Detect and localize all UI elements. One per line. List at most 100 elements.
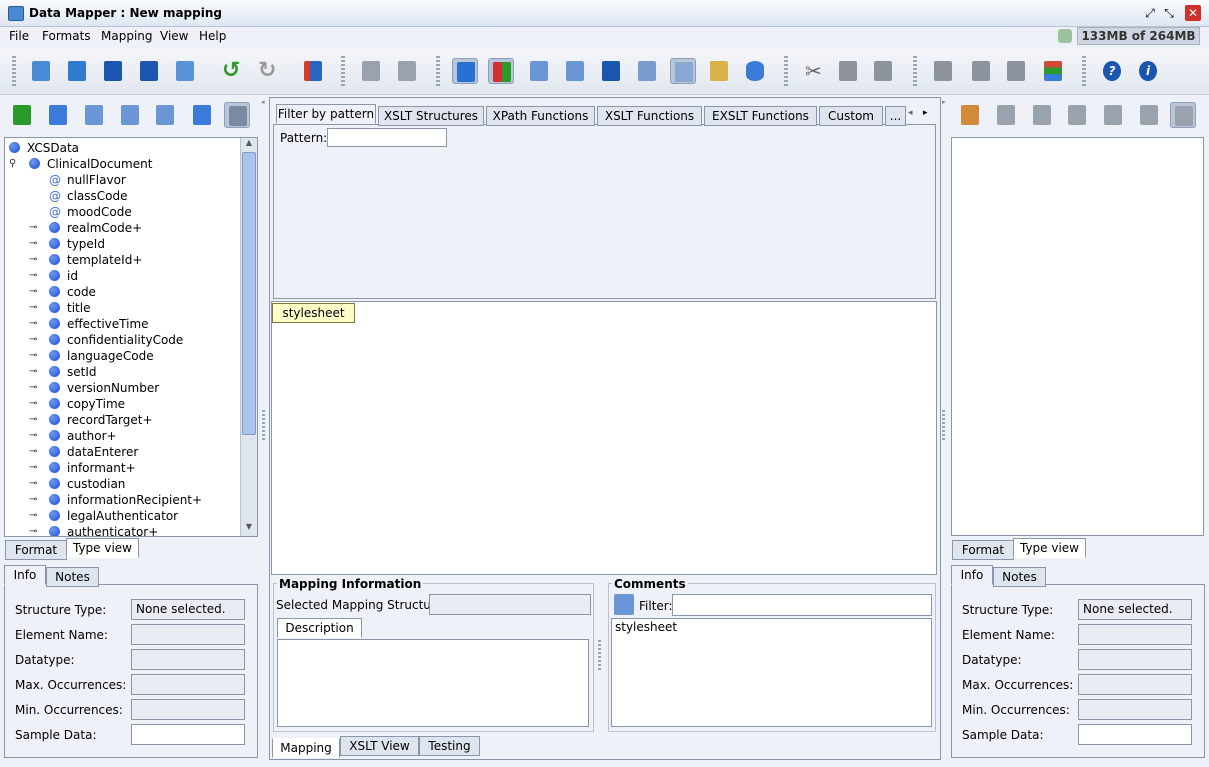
import-source-icon[interactable]: [9, 102, 35, 128]
tree-node[interactable]: ⊸ legalAuthenticator: [29, 508, 178, 524]
maximize-icon[interactable]: ⤡: [1161, 5, 1177, 21]
expand-node-icon[interactable]: ⊸: [29, 476, 37, 492]
tree-node[interactable]: ⊸ copyTime: [29, 396, 125, 412]
cut-icon[interactable]: ✂: [801, 58, 827, 84]
tree-node[interactable]: ⊸ versionNumber: [29, 380, 159, 396]
tree-node[interactable]: ⊸ code: [29, 284, 96, 300]
find-icon[interactable]: [152, 102, 178, 128]
search-tree-icon[interactable]: [45, 102, 71, 128]
toolbar-grip[interactable]: [784, 56, 788, 88]
move-up-icon[interactable]: [930, 58, 956, 84]
expand-node-icon[interactable]: ⊸: [29, 524, 37, 536]
database-add-icon[interactable]: [358, 58, 384, 84]
tab-xslt-view[interactable]: XSLT View: [340, 736, 419, 756]
tab-target-notes[interactable]: Notes: [993, 567, 1046, 587]
expand-node-icon[interactable]: ⊸: [29, 492, 37, 508]
save-output-icon[interactable]: [598, 58, 624, 84]
export-xls-icon[interactable]: [172, 58, 198, 84]
paste-icon[interactable]: [870, 58, 896, 84]
description-textarea[interactable]: [277, 639, 589, 727]
help-icon[interactable]: ?: [1099, 58, 1125, 84]
xml-file-icon[interactable]: [634, 58, 660, 84]
mapping-canvas[interactable]: [271, 301, 937, 575]
bottom-splitter[interactable]: [598, 640, 601, 670]
expand-node-icon[interactable]: ⊸: [29, 508, 37, 524]
stylesheet-node[interactable]: stylesheet: [272, 303, 355, 323]
tab-testing[interactable]: Testing: [419, 736, 480, 756]
tab-target-type-view[interactable]: Type view: [1013, 538, 1086, 558]
tab-target-format[interactable]: Format: [952, 540, 1014, 560]
info-icon[interactable]: i: [1135, 58, 1161, 84]
target-field-value[interactable]: [1078, 724, 1192, 745]
tree-node[interactable]: ⊸ title: [29, 300, 90, 316]
tree-node[interactable]: ⚲ ClinicalDocument: [9, 156, 152, 172]
toolbar-grip[interactable]: [913, 56, 917, 88]
expand-node-icon[interactable]: ⊸: [29, 300, 37, 316]
tab-xslt-structures[interactable]: XSLT Structures: [378, 106, 484, 126]
tree-node[interactable]: ⊸ custodian: [29, 476, 125, 492]
expand-node-icon[interactable]: ⊸: [29, 460, 37, 476]
import-target-icon[interactable]: [957, 102, 983, 128]
structure-icon[interactable]: [526, 58, 552, 84]
tab-custom[interactable]: Custom: [819, 106, 883, 126]
tree-scrollbar[interactable]: ▲ ▼: [240, 138, 257, 536]
tree-node[interactable]: @ moodCode: [49, 204, 132, 220]
target-tree[interactable]: [951, 137, 1204, 536]
tab-more[interactable]: ...: [885, 106, 906, 126]
tab-xpath-functions[interactable]: XPath Functions: [486, 106, 595, 126]
tree-node[interactable]: @ classCode: [49, 188, 128, 204]
menu-file[interactable]: File: [9, 29, 29, 43]
edit-icon[interactable]: [189, 102, 215, 128]
garbage-collect-icon[interactable]: [1058, 29, 1072, 43]
info-view-icon[interactable]: [452, 58, 478, 84]
tab-notes[interactable]: Notes: [46, 567, 99, 587]
tree-node[interactable]: ⊸ confidentialityCode: [29, 332, 183, 348]
menu-help[interactable]: Help: [199, 29, 226, 43]
find-target-icon[interactable]: [1100, 102, 1126, 128]
right-splitter[interactable]: [942, 410, 945, 440]
collapse-target-icon[interactable]: [1064, 102, 1090, 128]
copy-icon[interactable]: [835, 58, 861, 84]
filter-target-icon[interactable]: [1170, 102, 1196, 128]
left-splitter[interactable]: [262, 410, 265, 440]
tree-node[interactable]: XCSData: [9, 140, 79, 156]
save-icon[interactable]: [100, 58, 126, 84]
tree-node[interactable]: ⊸ id: [29, 268, 78, 284]
expand-node-icon[interactable]: ⊸: [29, 284, 37, 300]
tree-node[interactable]: ⊸ realmCode+: [29, 220, 142, 236]
tree-node[interactable]: ⊸ languageCode: [29, 348, 154, 364]
expand-node-icon[interactable]: ⊸: [29, 220, 37, 236]
tree-node[interactable]: ⊸ dataEnterer: [29, 444, 138, 460]
save-as-icon[interactable]: [136, 58, 162, 84]
scroll-thumb[interactable]: [242, 152, 256, 435]
move-down-icon[interactable]: [968, 58, 994, 84]
expand-target-icon[interactable]: [1029, 102, 1055, 128]
filter-icon[interactable]: [224, 102, 250, 128]
left-splitter-arrow-icon[interactable]: ◂: [261, 98, 265, 106]
expand-node-icon[interactable]: ⊸: [29, 396, 37, 412]
toolbar-grip[interactable]: [436, 56, 440, 88]
comments-filter-input[interactable]: [672, 594, 932, 616]
collapse-node-icon[interactable]: ⚲: [9, 156, 16, 172]
tab-info[interactable]: Info: [4, 565, 46, 585]
new-file-icon[interactable]: [28, 58, 54, 84]
tree-node[interactable]: ⊸ authenticator+: [29, 524, 158, 536]
toolbar-grip[interactable]: [341, 56, 345, 88]
tree-node[interactable]: ⊸ informationRecipient+: [29, 492, 202, 508]
tab-scroll-left-icon[interactable]: ◂: [908, 108, 913, 118]
expand-icon[interactable]: [81, 102, 107, 128]
expand-node-icon[interactable]: ⊸: [29, 268, 37, 284]
tree-node[interactable]: ⊸ effectiveTime: [29, 316, 149, 332]
menu-formats[interactable]: Formats: [42, 29, 91, 43]
edit-target-icon[interactable]: [1136, 102, 1162, 128]
tab-mapping[interactable]: Mapping: [272, 738, 340, 758]
tree-node[interactable]: ⊸ templateId+: [29, 252, 142, 268]
exit-icon[interactable]: [300, 58, 326, 84]
database-icon[interactable]: [742, 58, 768, 84]
tree-node[interactable]: ⊸ setId: [29, 364, 97, 380]
tab-scroll-right-icon[interactable]: ▸: [923, 108, 928, 118]
comments-list[interactable]: [611, 618, 932, 727]
color-view-icon[interactable]: [488, 58, 514, 84]
expand-node-icon[interactable]: ⊸: [29, 444, 37, 460]
expand-node-icon[interactable]: ⊸: [29, 236, 37, 252]
